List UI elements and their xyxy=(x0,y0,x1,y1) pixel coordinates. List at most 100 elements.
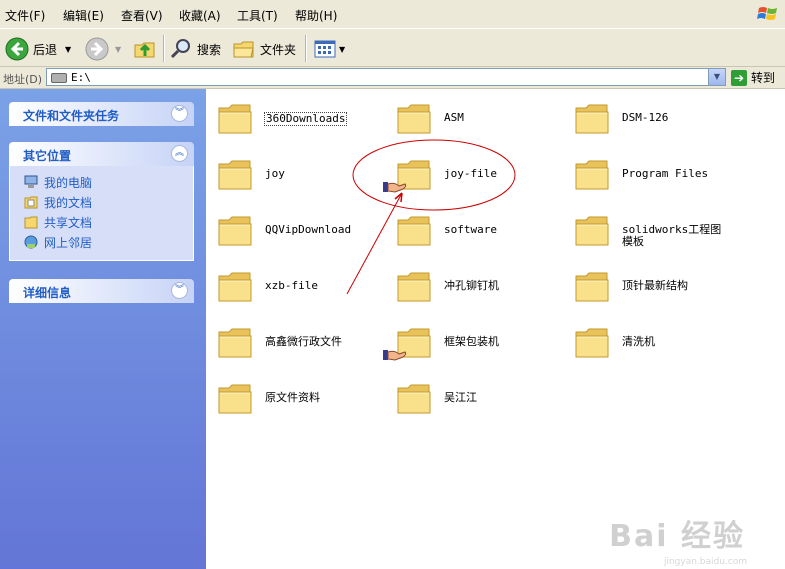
forward-dropdown-icon[interactable]: ▼ xyxy=(115,45,121,54)
folders-button[interactable]: 文件夹 xyxy=(232,36,296,62)
folder-icon xyxy=(218,384,252,414)
folder-name: 框架包装机 xyxy=(444,335,499,348)
folder-item[interactable]: QQVipDownload xyxy=(208,210,378,252)
folder-name: 360Downloads xyxy=(264,112,348,126)
views-dropdown-icon[interactable]: ▼ xyxy=(339,45,345,54)
folder-name: solidworks工程图模板 xyxy=(622,223,722,248)
place-shared-documents[interactable]: 共享文档 xyxy=(24,212,193,232)
folder-item[interactable]: joy-file xyxy=(383,154,557,196)
expand-icon[interactable]: ︾ xyxy=(171,105,188,122)
address-path: E:\ xyxy=(71,71,91,84)
go-label: 转到 xyxy=(751,71,776,85)
folder-item[interactable]: DSM-126 xyxy=(565,98,735,140)
place-label: 我的文档 xyxy=(44,195,93,210)
folder-item[interactable]: 吴江江 xyxy=(387,378,557,420)
folder-name: joy xyxy=(265,167,285,180)
folder-icon xyxy=(575,328,609,358)
watermark-logo: Bai 经验 xyxy=(609,519,745,554)
other-places-title: 其它位置 xyxy=(23,149,72,163)
folder-name: QQVipDownload xyxy=(265,223,352,236)
back-dropdown-icon[interactable]: ▼ xyxy=(65,45,71,54)
place-label: 我的电脑 xyxy=(44,175,93,190)
menu-view[interactable]: 查看(V) xyxy=(121,7,163,24)
go-button[interactable]: ➔ 转到 xyxy=(731,69,775,86)
search-label: 搜索 xyxy=(197,42,222,57)
folder-item[interactable]: 冲孔铆钉机 xyxy=(387,266,557,308)
windows-logo-icon xyxy=(757,7,777,20)
place-my-documents[interactable]: 我的文档 xyxy=(24,192,193,212)
folder-item[interactable]: solidworks工程图模板 xyxy=(565,210,735,252)
folder-item[interactable]: 原文件资料 xyxy=(208,378,378,420)
folder-icon xyxy=(575,104,609,134)
folder-name: 顶针最新结构 xyxy=(622,279,688,292)
folder-item[interactable]: 顶针最新结构 xyxy=(565,266,735,308)
place-my-computer[interactable]: 我的电脑 xyxy=(24,172,193,192)
folder-name: ASM xyxy=(444,111,464,124)
folder-item[interactable]: 清洗机 xyxy=(565,322,735,364)
folder-item[interactable]: 框架包装机 xyxy=(383,322,557,364)
expand-icon[interactable]: ︾ xyxy=(171,282,188,299)
address-input[interactable]: E:\ ▼ xyxy=(46,68,726,86)
menu-bar: 文件(F) 编辑(E) 查看(V) 收藏(A) 工具(T) 帮助(H) xyxy=(0,0,785,28)
folder-item[interactable]: ASM xyxy=(387,98,557,140)
go-arrow-icon: ➔ xyxy=(731,69,747,86)
folder-name: Program Files xyxy=(622,167,709,180)
toolbar-separator xyxy=(163,35,165,62)
views-button[interactable]: ▼ xyxy=(313,36,345,62)
folder-name: 冲孔铆钉机 xyxy=(444,279,499,292)
folder-name: 原文件资料 xyxy=(265,391,320,404)
address-dropdown-icon[interactable]: ▼ xyxy=(708,69,725,85)
place-network[interactable]: 网上邻居 xyxy=(24,232,193,252)
folder-name: xzb-file xyxy=(265,279,318,292)
folder-item[interactable]: Program Files xyxy=(565,154,735,196)
folder-item[interactable]: joy xyxy=(208,154,378,196)
shared-hand-icon xyxy=(383,182,407,193)
documents-icon xyxy=(24,196,38,209)
folder-icon xyxy=(397,216,431,246)
folder-icon xyxy=(575,216,609,246)
file-tasks-header[interactable]: 文件和文件夹任务 ︾ xyxy=(9,102,194,126)
details-header[interactable]: 详细信息 ︾ xyxy=(9,279,194,303)
folder-item[interactable]: 高鑫微行政文件 xyxy=(208,322,378,364)
other-places-list: 我的电脑 我的文档 共享文档 网上邻居 xyxy=(9,166,194,261)
back-button[interactable]: 后退 ▼ xyxy=(5,36,71,62)
search-button[interactable]: 搜索 xyxy=(169,36,221,62)
menu-favorites[interactable]: 收藏(A) xyxy=(179,7,221,24)
details-title: 详细信息 xyxy=(23,286,72,300)
menu-tools[interactable]: 工具(T) xyxy=(237,7,278,24)
collapse-icon[interactable]: ︽ xyxy=(171,145,188,162)
drive-icon xyxy=(51,73,67,83)
forward-button[interactable]: ▼ xyxy=(85,36,121,62)
folder-icon xyxy=(575,160,609,190)
other-places-header[interactable]: 其它位置 ︽ xyxy=(9,142,194,166)
menu-file[interactable]: 文件(F) xyxy=(5,7,45,24)
folder-icon xyxy=(218,216,252,246)
computer-icon xyxy=(24,175,38,188)
address-bar: 地址(D) E:\ ▼ ➔ 转到 xyxy=(0,67,785,89)
file-view: 360Downloads ASM DSM-126 joy joy-file Program… xyxy=(206,89,785,569)
up-folder-button[interactable] xyxy=(133,36,157,62)
folder-name: joy-file xyxy=(444,167,497,180)
folder-item[interactable]: software xyxy=(387,210,557,252)
details-panel: 详细信息 ︾ xyxy=(9,279,194,303)
up-folder-icon xyxy=(134,42,155,58)
back-label: 后退 xyxy=(33,42,58,57)
address-label: 地址(D) xyxy=(3,73,43,86)
forward-arrow-icon xyxy=(85,37,109,61)
folder-name: software xyxy=(444,223,497,236)
other-places-panel: 其它位置 ︽ 我的电脑 我的文档 共享文档 网上邻居 xyxy=(9,142,194,261)
folder-icon xyxy=(218,160,252,190)
views-icon xyxy=(314,40,336,58)
folder-item[interactable]: 360Downloads xyxy=(208,98,378,140)
folder-icon xyxy=(397,104,431,134)
place-label: 网上邻居 xyxy=(44,235,93,250)
folder-icon xyxy=(397,272,431,302)
task-pane: 文件和文件夹任务 ︾ 其它位置 ︽ 我的电脑 我的文档 共享文档 网上邻居 详细… xyxy=(0,89,206,569)
folder-name: DSM-126 xyxy=(622,111,669,124)
shared-hand-icon xyxy=(383,350,407,361)
folder-item[interactable]: xzb-file xyxy=(208,266,378,308)
toolbar: 后退 ▼ ▼ 搜索 文件夹 ▼ xyxy=(0,28,785,67)
menu-help[interactable]: 帮助(H) xyxy=(295,7,337,24)
back-arrow-icon xyxy=(5,37,29,61)
menu-edit[interactable]: 编辑(E) xyxy=(63,7,104,24)
